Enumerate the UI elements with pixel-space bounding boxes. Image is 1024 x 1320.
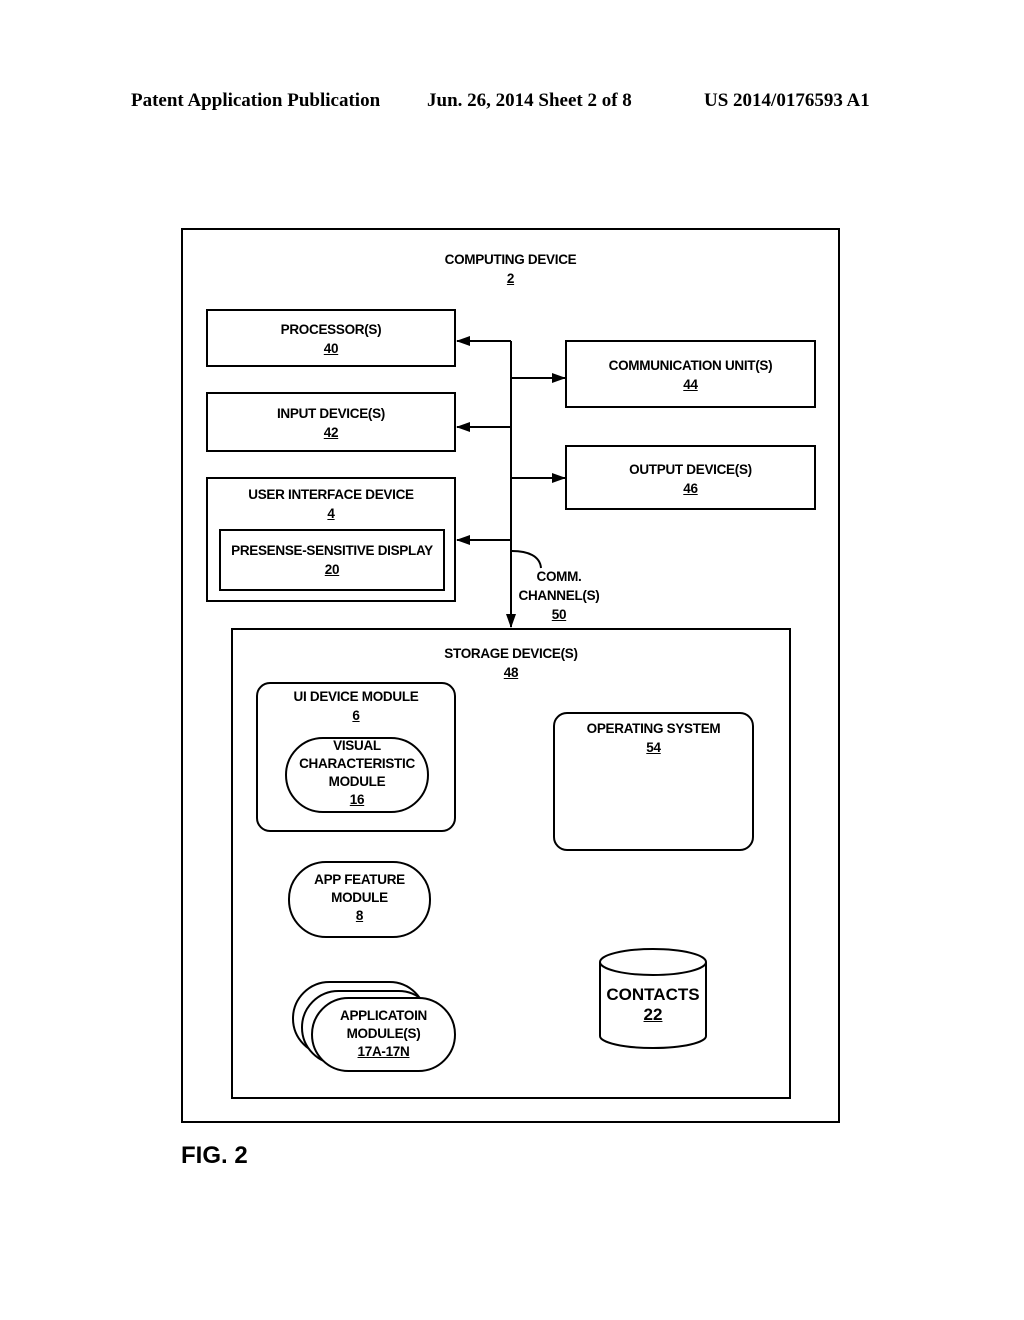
contacts-label: CONTACTS <box>606 985 700 1004</box>
figure-label: FIG. 2 <box>181 1142 248 1169</box>
contacts-label-group: CONTACTS 22 <box>600 985 706 1025</box>
contacts-database-icon <box>599 948 707 1049</box>
contacts-ref: 22 <box>643 1005 663 1024</box>
